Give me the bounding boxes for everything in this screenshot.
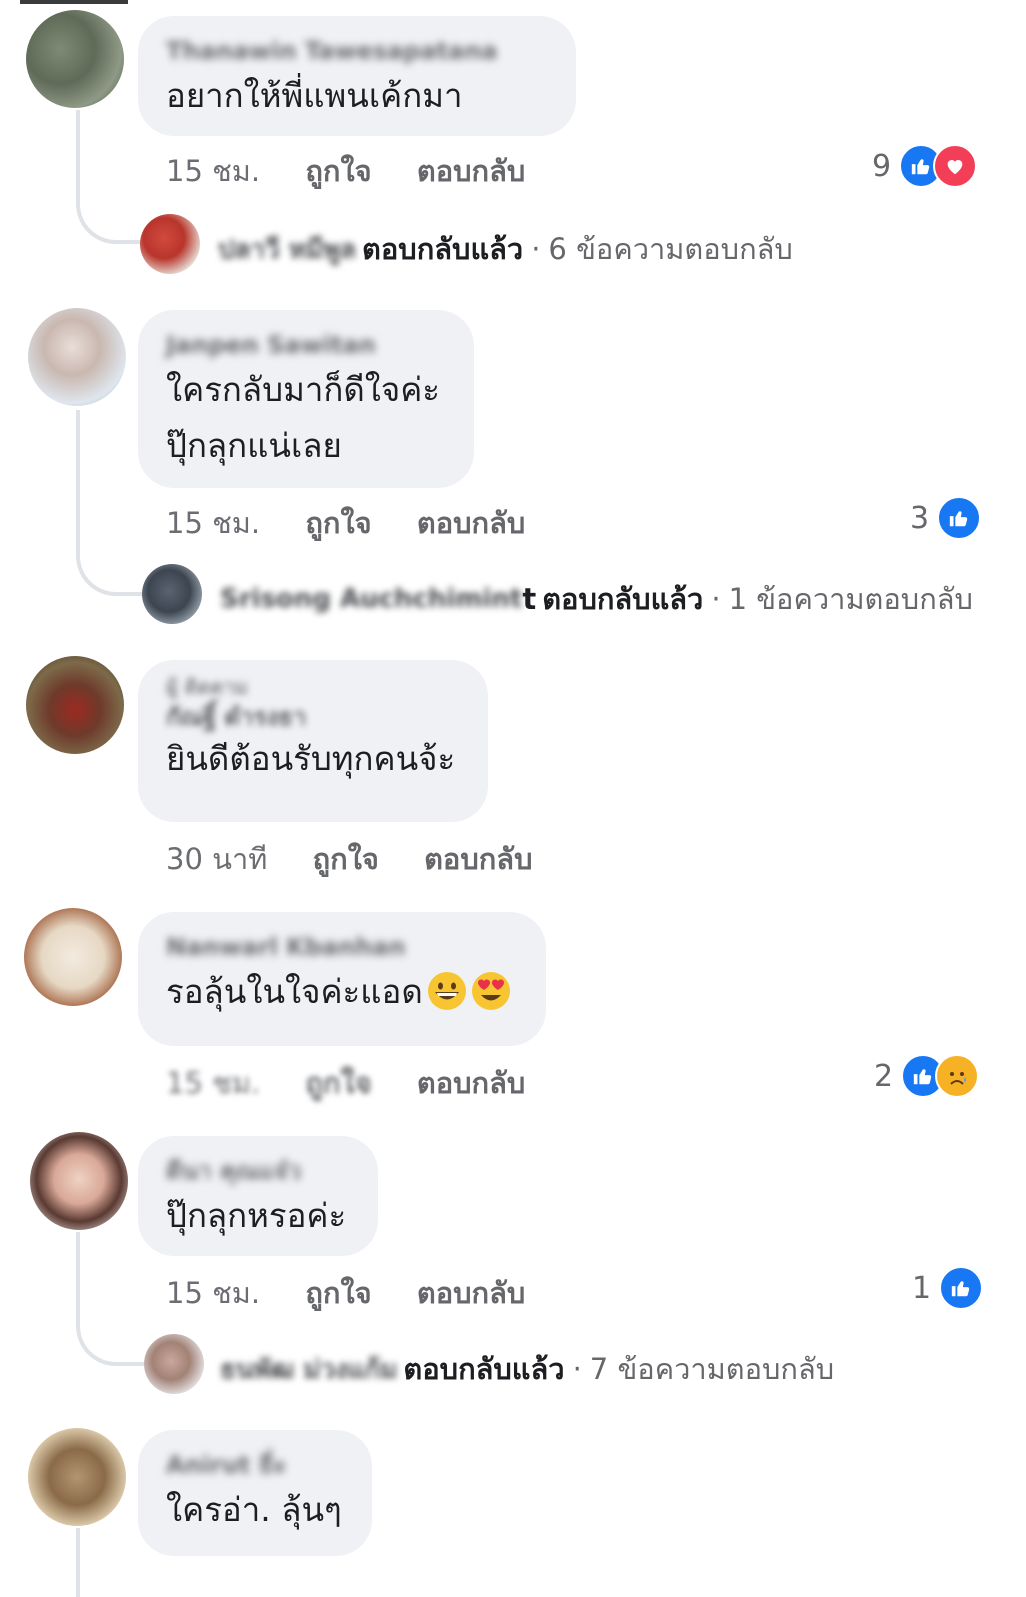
comment-author[interactable]: Janpen Sawitan	[166, 328, 376, 362]
comment-author[interactable]: กัณฐิ์ ดำรงธา	[166, 700, 458, 734]
comment-meta: 15 ชม. ถูกใจ ตอบกลับ	[166, 500, 525, 546]
comment-bubble: ผู้ ติดตาม กัณฐิ์ ดำรงธา ยินดีต้อนรับทุก…	[138, 660, 488, 822]
grinning-face-emoji-icon	[427, 971, 467, 1028]
avatar[interactable]	[24, 908, 122, 1006]
reaction-summary[interactable]: 3	[910, 496, 982, 540]
reply-button[interactable]: ตอบกลับ	[424, 842, 532, 876]
comment-meta: 15 ชม. ถูกใจ ตอบกลับ	[166, 1270, 525, 1316]
avatar[interactable]	[30, 1132, 128, 1230]
separator-dot: ·	[711, 582, 721, 616]
comment-time[interactable]: 30 นาที	[166, 842, 267, 876]
replied-label: ตอบกลับแล้ว	[362, 232, 524, 266]
reply-button[interactable]: ตอบกลับ	[417, 1276, 525, 1310]
love-reaction-icon	[933, 144, 978, 188]
comment-author[interactable]: Nanwarl Kbanhan	[166, 930, 406, 964]
reply-summary[interactable]: Srisong Auchchimint t ตอบกลับแล้ว · 1 ข้…	[220, 576, 973, 622]
avatar[interactable]	[28, 308, 126, 406]
like-button[interactable]: ถูกใจ	[305, 154, 371, 188]
reply-avatar[interactable]	[142, 564, 202, 624]
reply-avatar[interactable]	[140, 214, 200, 274]
reaction-summary[interactable]: 2	[874, 1054, 980, 1098]
comment-text-line-1: ใครกลับมาก็ดีใจค่ะ	[166, 370, 441, 409]
reply-count: 1 ข้อความตอบกลับ	[728, 582, 973, 616]
reply-count: 7 ข้อความตอบกลับ	[589, 1352, 835, 1386]
reaction-count: 3	[910, 500, 930, 536]
avatar[interactable]	[26, 656, 124, 754]
reaction-count: 2	[874, 1058, 894, 1094]
like-button[interactable]: ถูกใจ	[305, 1276, 371, 1310]
thread-connector	[76, 1528, 80, 1597]
reply-author: ธนพัฒ ม่วงแก้ม	[220, 1354, 398, 1385]
reply-summary[interactable]: ธนพัฒ ม่วงแก้ม ตอบกลับแล้ว · 7 ข้อความตอ…	[220, 1346, 834, 1392]
comment-time[interactable]: 15 ชม.	[166, 1276, 260, 1310]
like-reaction-icon	[939, 1266, 984, 1310]
reply-author: ปลาวี หมีพูล	[218, 234, 357, 265]
comment-meta: 30 นาที ถูกใจ ตอบกลับ	[166, 836, 532, 882]
reaction-summary[interactable]: 9	[872, 144, 978, 188]
reply-button[interactable]: ตอบกลับ	[417, 1066, 525, 1100]
comment-time[interactable]: 15 ชม.	[166, 506, 260, 540]
comment-bubble: Thanawin Tawesapatana อยากให้พี่แพนเค้กม…	[138, 16, 576, 136]
like-button[interactable]: ถูกใจ	[305, 1066, 371, 1100]
reply-button[interactable]: ตอบกลับ	[417, 506, 525, 540]
comment-time[interactable]: 15 ชม.	[166, 154, 260, 188]
comment-text: รอลุ้นในใจค่ะแอด	[166, 964, 516, 1028]
separator-dot: ·	[572, 1352, 582, 1386]
reaction-count: 9	[872, 148, 892, 184]
top-divider	[20, 0, 128, 4]
comment-author[interactable]: ดีนา คุณแจ๋ว	[166, 1154, 301, 1188]
reaction-count: 1	[912, 1270, 932, 1306]
replied-label: ตอบกลับแล้ว	[403, 1352, 565, 1386]
comment-text: ใครอ่า. ลุ้นๆ	[166, 1490, 342, 1529]
comment-text-line-2: ปุ๊กลุกแน่เลย	[166, 426, 342, 465]
replied-label: ตอบกลับแล้ว	[542, 582, 704, 616]
thread-connector	[76, 1232, 150, 1366]
like-button[interactable]: ถูกใจ	[305, 506, 371, 540]
comment-author-badge: ผู้ ติดตาม	[166, 675, 249, 699]
avatar[interactable]	[28, 1428, 126, 1526]
reply-author: Srisong Auchchimint	[220, 584, 523, 614]
comment-bubble: ดีนา คุณแจ๋ว ปุ๊กลุกหรอค่ะ	[138, 1136, 378, 1256]
comment-text: อยากให้พี่แพนเค้กมา	[166, 76, 463, 115]
thread-connector	[76, 110, 150, 244]
comment-meta: 15 ชม. ถูกใจ ตอบกลับ	[166, 1060, 525, 1106]
reply-summary[interactable]: ปลาวี หมีพูล ตอบกลับแล้ว · 6 ข้อความตอบก…	[218, 226, 793, 272]
comment-bubble: Nanwarl Kbanhan รอลุ้นในใจค่ะแอด	[138, 912, 546, 1046]
avatar[interactable]	[26, 10, 124, 108]
comment-time[interactable]: 15 ชม.	[166, 1066, 260, 1100]
comment-bubble: Anirut ธี่ะ ใครอ่า. ลุ้นๆ	[138, 1430, 372, 1556]
reply-author-tail: t	[522, 582, 537, 616]
reaction-summary[interactable]: 1	[912, 1266, 984, 1310]
sad-reaction-icon	[935, 1054, 980, 1098]
like-reaction-icon	[937, 496, 982, 540]
comment-text: ยินดีต้อนรับทุกคนจ้ะ	[166, 739, 456, 778]
reply-avatar[interactable]	[144, 1334, 204, 1394]
reply-count: 6 ข้อความตอบกลับ	[548, 232, 793, 266]
comment-meta: 15 ชม. ถูกใจ ตอบกลับ	[166, 148, 525, 194]
separator-dot: ·	[531, 232, 541, 266]
comment-bubble: Janpen Sawitan ใครกลับมาก็ดีใจค่ะ ปุ๊กลุ…	[138, 310, 474, 488]
like-button[interactable]: ถูกใจ	[313, 842, 379, 876]
reply-button[interactable]: ตอบกลับ	[417, 154, 525, 188]
comment-text: ปุ๊กลุกหรอค่ะ	[166, 1196, 347, 1235]
comment-text-body: รอลุ้นในใจค่ะแอด	[166, 972, 423, 1011]
heart-eyes-emoji-icon	[471, 971, 511, 1028]
comment-author[interactable]: Thanawin Tawesapatana	[166, 34, 498, 68]
comment-author[interactable]: Anirut ธี่ะ	[166, 1448, 286, 1482]
